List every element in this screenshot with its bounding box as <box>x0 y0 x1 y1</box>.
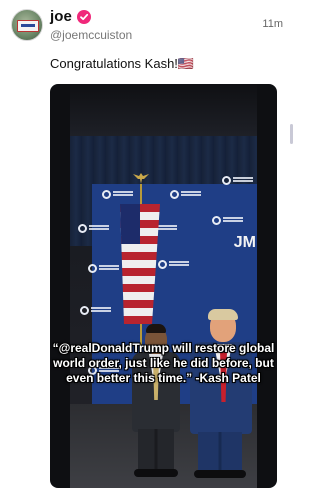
media-watermark: JM <box>233 234 256 251</box>
backdrop-logo-icon <box>80 304 114 316</box>
avatar-image <box>17 20 39 32</box>
author-handle[interactable]: @joemccuiston <box>50 28 132 42</box>
author-name-row: joe <box>50 8 91 25</box>
verified-badge-icon <box>76 9 91 24</box>
backdrop-logo-icon <box>78 222 112 234</box>
author-display-name[interactable]: joe <box>50 8 72 25</box>
eagle-finial-icon <box>133 173 149 184</box>
caption-line: world order, just like he did before, bu… <box>53 356 274 370</box>
backdrop-logo-icon <box>158 258 192 270</box>
scrollbar-thumb[interactable] <box>290 124 293 144</box>
author-avatar[interactable] <box>11 9 43 41</box>
media-caption: “@realDonaldTrump will restore global wo… <box>50 341 277 386</box>
post-text: Congratulations Kash!🇺🇸 <box>50 56 195 71</box>
post: joe @joemccuiston 11m Congratulations Ka… <box>0 0 296 500</box>
caption-line: even better this time.” -Kash Patel <box>66 371 261 385</box>
post-media[interactable]: JM “@realDonaldTrump will restore global… <box>50 84 277 488</box>
photo-ceiling <box>70 84 257 136</box>
post-timestamp[interactable]: 11m <box>262 18 283 30</box>
backdrop-logo-icon <box>222 174 256 186</box>
caption-line: “@realDonaldTrump will restore global <box>52 341 275 355</box>
backdrop-logo-icon <box>170 188 204 200</box>
backdrop-logo-icon <box>212 214 246 226</box>
backdrop-logo-icon <box>88 262 122 274</box>
backdrop-logo-icon <box>102 188 136 200</box>
media-photo: JM <box>70 84 257 488</box>
